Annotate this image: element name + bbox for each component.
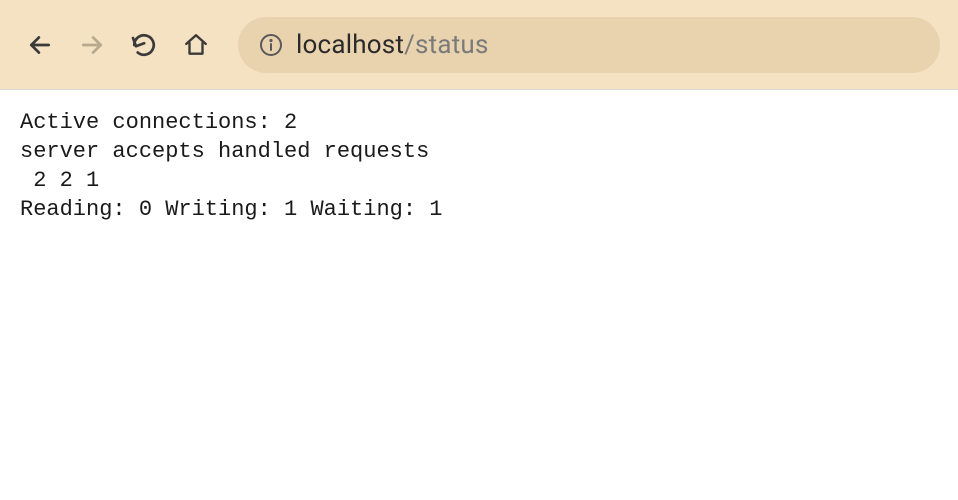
back-button[interactable]: [18, 23, 62, 67]
status-active-connections: Active connections: 2: [20, 110, 310, 135]
address-bar[interactable]: localhost/status: [238, 17, 940, 73]
status-values-row: 2 2 1: [20, 168, 112, 193]
status-header-row: server accepts handled requests: [20, 139, 429, 164]
url-path: /status: [404, 30, 488, 60]
page-body: Active connections: 2 server accepts han…: [0, 90, 958, 242]
site-info-icon[interactable]: [258, 32, 284, 58]
reload-button[interactable]: [122, 23, 166, 67]
forward-button[interactable]: [70, 23, 114, 67]
browser-toolbar: localhost/status: [0, 0, 958, 90]
home-button[interactable]: [174, 23, 218, 67]
url-text: localhost/status: [296, 30, 489, 60]
url-host: localhost: [296, 30, 404, 60]
status-reading-writing-waiting: Reading: 0 Writing: 1 Waiting: 1: [20, 197, 456, 222]
